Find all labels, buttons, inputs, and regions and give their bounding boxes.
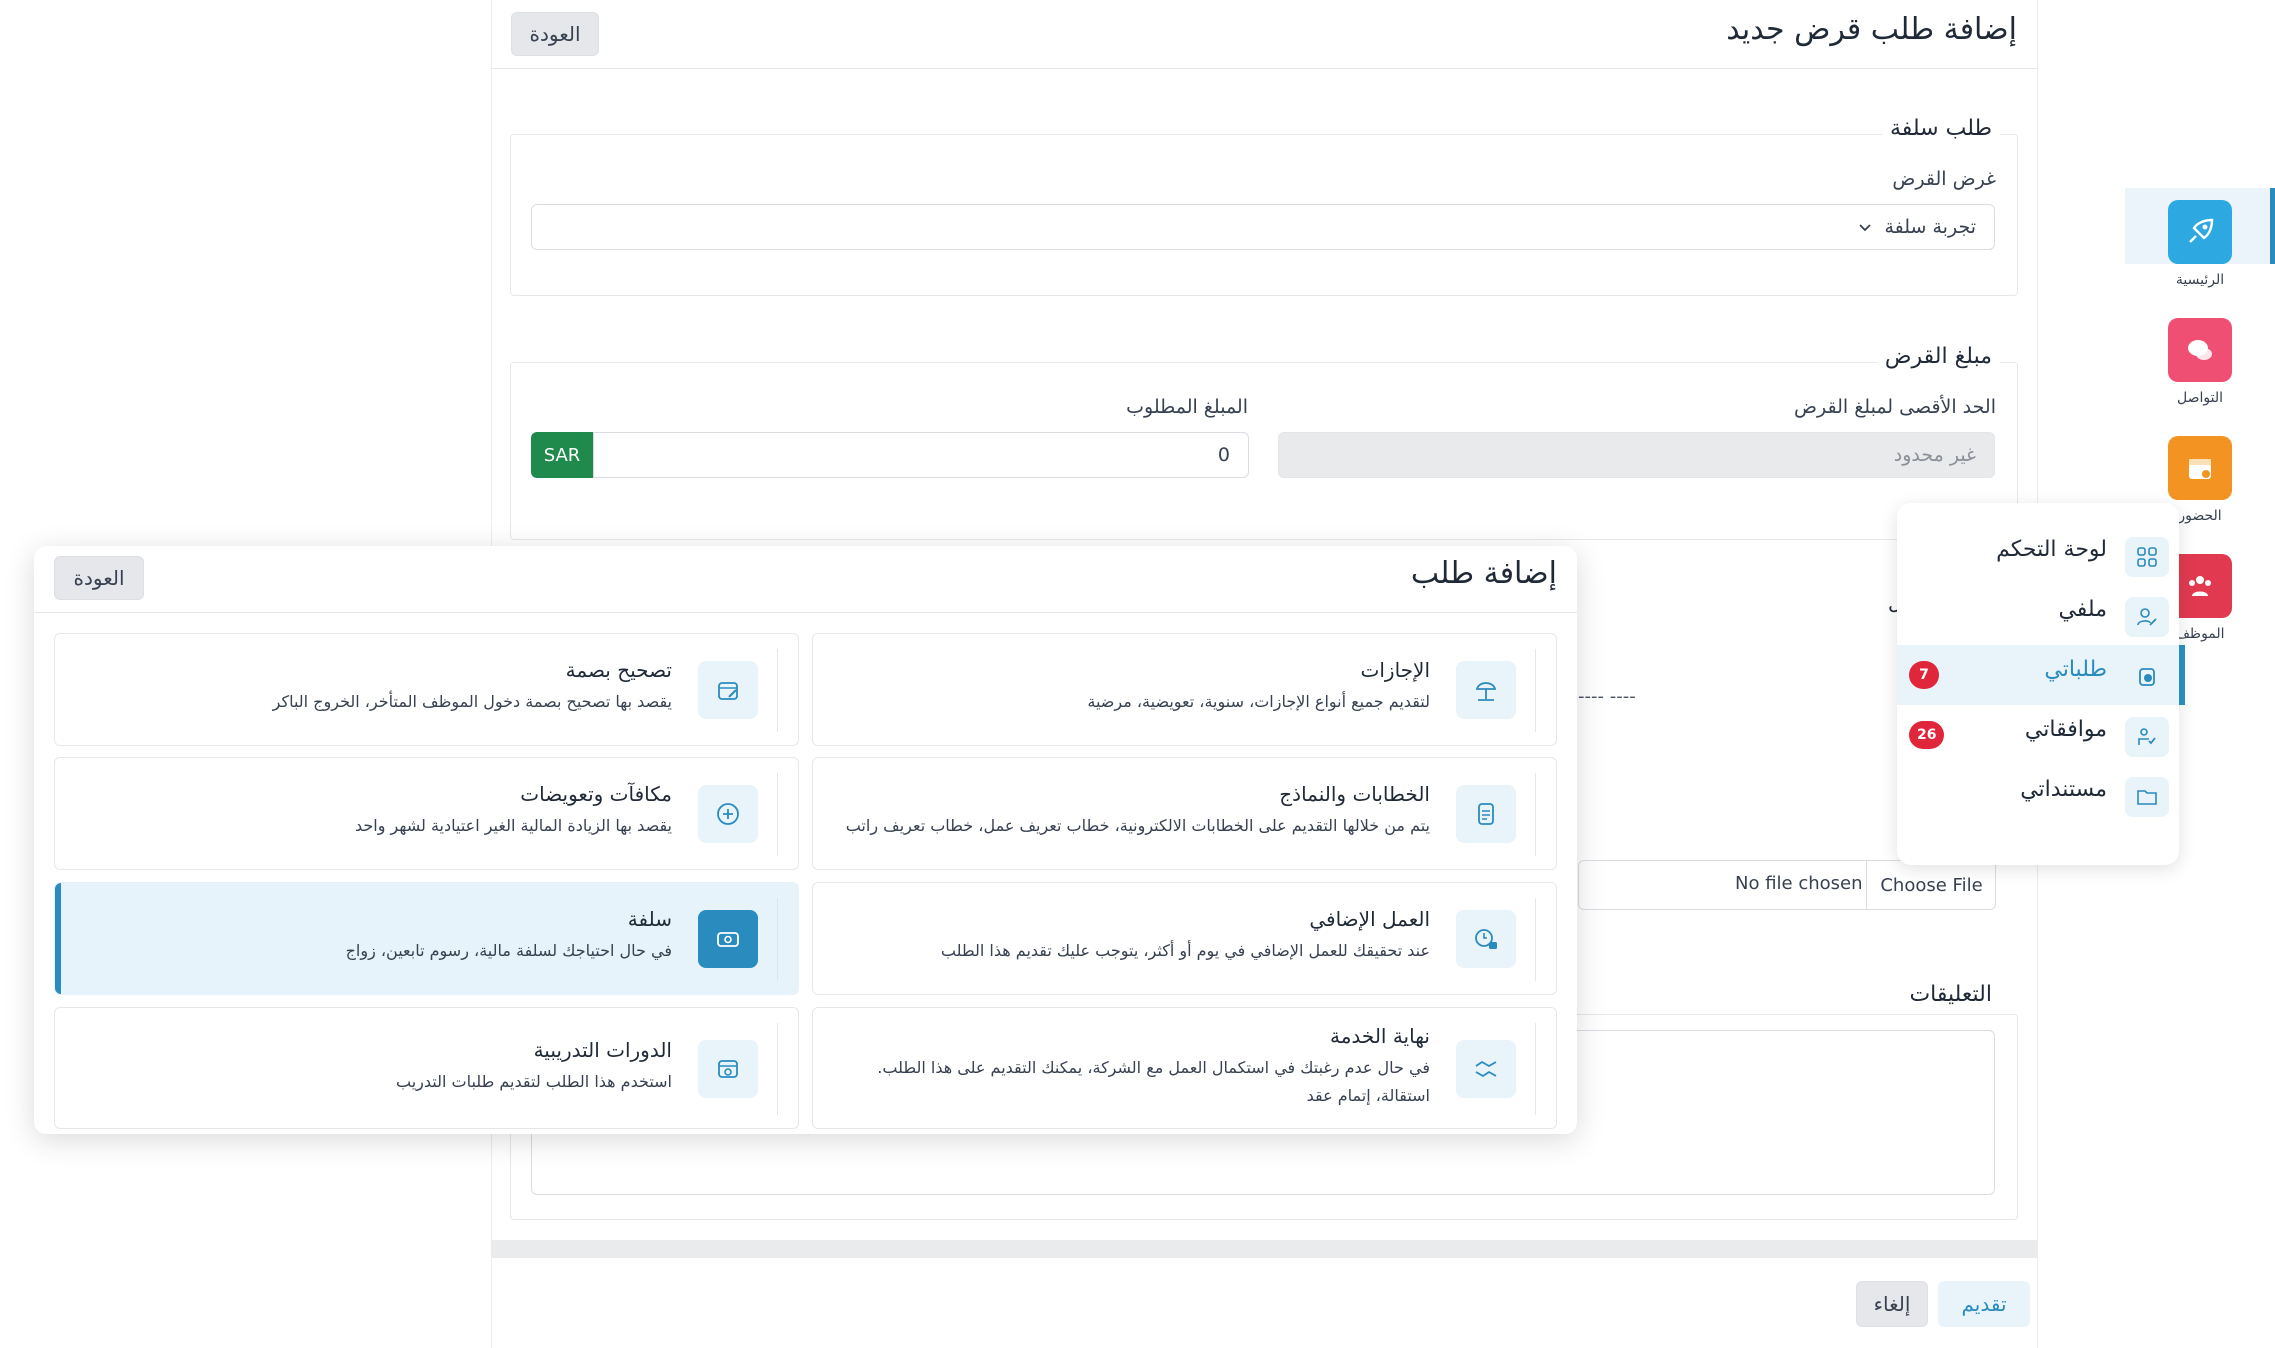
card-title: تصحيح بصمة (565, 658, 672, 682)
folder-icon (2125, 777, 2169, 817)
modal-header-divider (34, 612, 1577, 613)
card-title: نهاية الخدمة (1329, 1024, 1430, 1048)
rocket-icon (2168, 200, 2232, 264)
sidenav-active-bar (2270, 188, 2275, 264)
card-title: الخطابات والنماذج (1279, 782, 1430, 806)
card-description: يقصد بها الزيادة المالية الغير اعتيادية … (354, 816, 672, 835)
menu-label-dashboard: لوحة التحكم (1996, 537, 2107, 562)
card-description: استخدم هذا الطلب لتقديم طلبات التدريب (395, 1072, 672, 1091)
dashboard-icon (2125, 537, 2169, 577)
requested-amount-value: 0 (1217, 444, 1230, 466)
add-request-modal: إضافة طلب العودة الإجازات لتقديم جميع أن… (34, 546, 1577, 1134)
user-menu: لوحة التحكم ملفي طلباتي 7 موافقاتي 26 مس… (1897, 503, 2185, 865)
request-card-bonuses[interactable]: مكافآت وتعويضات يقصد بها الزيادة المالية… (54, 757, 799, 870)
card-title: الإجازات (1360, 658, 1430, 682)
card-description: يقصد بها تصحيح بصمة دخول الموظف المتأخر،… (272, 692, 672, 711)
choose-file-button[interactable]: Choose File (1866, 860, 1996, 910)
card-title: الدورات التدريبية (533, 1038, 672, 1062)
requests-icon (2125, 657, 2169, 697)
card-title: سلفة (627, 907, 672, 931)
clock-lock-icon (1456, 910, 1516, 968)
menu-label-approvals: موافقاتي (2024, 717, 2107, 742)
menu-label-requests: طلباتي (2044, 657, 2107, 682)
handshake-icon (1456, 1040, 1516, 1098)
card-title: العمل الإضافي (1309, 907, 1430, 931)
card-description: يتم من خلالها التقديم على الخطابات الالك… (845, 816, 1430, 835)
loan-request-legend: طلب سلفة (1881, 116, 2000, 141)
modal-back-button[interactable]: العودة (54, 556, 144, 600)
approvals-count-badge: 26 (1909, 721, 1945, 749)
chat-icon (2168, 318, 2232, 382)
request-card-overtime[interactable]: العمل الإضافي عند تحقيقك للعمل الإضافي ف… (812, 882, 1557, 995)
calendar-icon (2168, 436, 2232, 500)
file-status: No file chosen (1735, 873, 1863, 894)
request-card-letters[interactable]: الخطابات والنماذج يتم من خلالها التقديم … (812, 757, 1557, 870)
request-card-training[interactable]: الدورات التدريبية استخدم هذا الطلب لتقدي… (54, 1007, 799, 1129)
card-selected-bar (55, 883, 61, 994)
menu-item-approvals[interactable]: موافقاتي 26 (1897, 705, 2179, 765)
card-description: في حال احتياجك لسلفة مالية، رسوم تابعين،… (345, 941, 672, 960)
footer-divider (491, 1240, 2038, 1258)
card-title: مكافآت وتعويضات (520, 782, 672, 806)
max-amount-label: الحد الأقصى لمبلغ القرض (1794, 396, 1996, 418)
date-placeholder: ---- ---- (1578, 686, 1636, 707)
calendar-edit-icon (698, 661, 758, 719)
requested-amount-input[interactable]: 0 (593, 432, 1249, 478)
menu-label-profile: ملفي (2058, 597, 2107, 622)
loan-amount-legend: مبلغ القرض (1876, 344, 2000, 369)
training-icon (698, 1040, 758, 1098)
approvals-icon (2125, 717, 2169, 757)
request-card-advance[interactable]: سلفة في حال احتياجك لسلفة مالية، رسوم تا… (54, 882, 799, 995)
requested-amount-label: المبلغ المطلوب (1126, 396, 1248, 418)
card-description: عند تحقيقك للعمل الإضافي في يوم أو أكثر،… (940, 941, 1430, 960)
purpose-select[interactable]: تجربة سلفة (531, 204, 1995, 250)
request-card-end-of-service[interactable]: نهاية الخدمة في حال عدم رغبتك في استكمال… (812, 1007, 1557, 1129)
modal-title: إضافة طلب (1410, 556, 1557, 591)
card-description: لتقديم جميع أنواع الإجازات، سنوية، تعويض… (1087, 692, 1430, 711)
header-divider (491, 68, 2038, 69)
max-amount-field: غير محدود (1278, 432, 1995, 478)
menu-item-dashboard[interactable]: لوحة التحكم (1897, 525, 2179, 585)
back-button[interactable]: العودة (511, 12, 599, 56)
sidenav-label-home: الرئيسية (2175, 272, 2225, 288)
sidenav-item-chat[interactable]: التواصل (2168, 318, 2232, 406)
purpose-value: تجربة سلفة (1884, 216, 1976, 238)
menu-item-profile[interactable]: ملفي (1897, 585, 2179, 645)
plus-circle-icon (698, 785, 758, 843)
comments-legend: التعليقات (1901, 982, 2000, 1007)
page-title: إضافة طلب قرض جديد (1726, 12, 2017, 47)
requests-count-badge: 7 (1909, 661, 1939, 689)
menu-item-requests[interactable]: طلباتي 7 (1897, 645, 2185, 705)
chevron-down-icon (1858, 220, 1872, 234)
cash-icon (698, 910, 758, 968)
submit-button[interactable]: تقديم (1938, 1281, 2030, 1327)
menu-label-documents: مستنداتي (2020, 777, 2107, 802)
purpose-label: غرض القرض (1892, 168, 1996, 190)
vacation-icon (1456, 661, 1516, 719)
sidenav-item-home[interactable]: الرئيسية (2168, 200, 2232, 288)
currency-addon: SAR (531, 432, 593, 478)
card-description: في حال عدم رغبتك في استكمال العمل مع الش… (877, 1058, 1430, 1105)
cancel-button[interactable]: إلغاء (1856, 1281, 1928, 1327)
request-card-vacations[interactable]: الإجازات لتقديم جميع أنواع الإجازات، سنو… (812, 633, 1557, 746)
sidenav-label-chat: التواصل (2177, 390, 2223, 406)
user-edit-icon (2125, 597, 2169, 637)
request-card-punch-correction[interactable]: تصحيح بصمة يقصد بها تصحيح بصمة دخول المو… (54, 633, 799, 746)
menu-item-documents[interactable]: مستنداتي (1897, 765, 2179, 825)
menu-active-bar (2179, 645, 2185, 705)
document-icon (1456, 785, 1516, 843)
max-amount-value: غير محدود (1893, 444, 1976, 466)
